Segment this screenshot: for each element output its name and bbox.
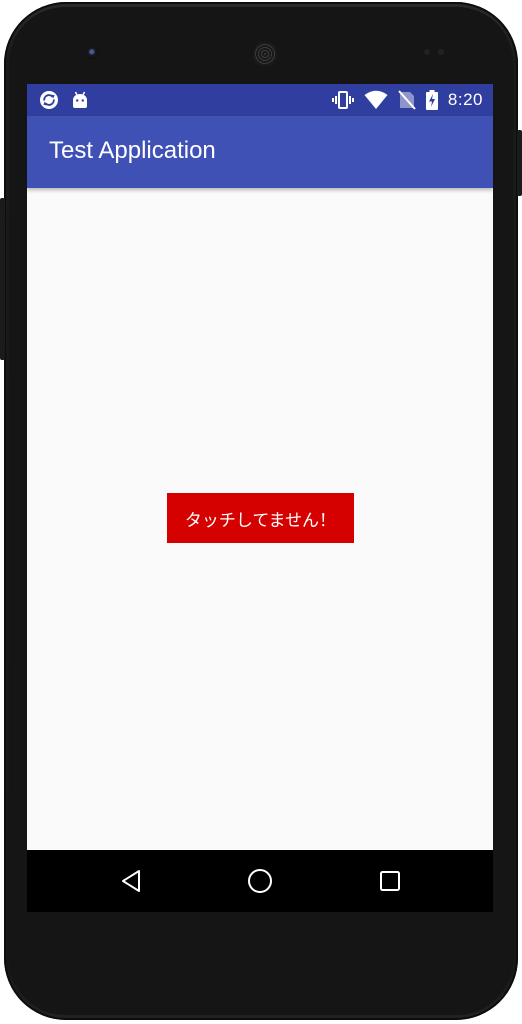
app-toolbar: Test Application [27,116,493,188]
vibrate-icon [331,90,354,110]
app-title: Test Application [49,137,216,164]
volume-rocker[interactable] [0,198,5,360]
back-button[interactable] [115,865,147,897]
device-screen: 8:20 Test Application タッチしてません！ [27,84,493,912]
main-content[interactable]: タッチしてません！ [27,188,493,850]
touch-status-label[interactable]: タッチしてません！ [167,493,354,543]
power-button[interactable] [517,130,522,196]
recents-icon [379,870,401,892]
recents-button[interactable] [374,865,406,897]
navigation-bar [27,850,493,912]
light-sensor [438,49,444,55]
status-clock: 8:20 [447,90,483,109]
home-icon [247,868,273,894]
earpiece-speaker [253,42,277,66]
front-camera [87,47,99,59]
android-debug-icon [71,90,89,110]
system-status-icons: 8:20 [331,89,483,111]
no-sim-icon [398,90,416,110]
home-button[interactable] [244,865,276,897]
sync-icon [39,90,59,110]
back-icon [120,869,142,893]
wifi-icon [364,90,388,110]
notification-icons [39,89,89,111]
proximity-sensor [424,49,430,55]
battery-charging-icon [425,90,438,110]
status-bar: 8:20 [27,84,493,116]
